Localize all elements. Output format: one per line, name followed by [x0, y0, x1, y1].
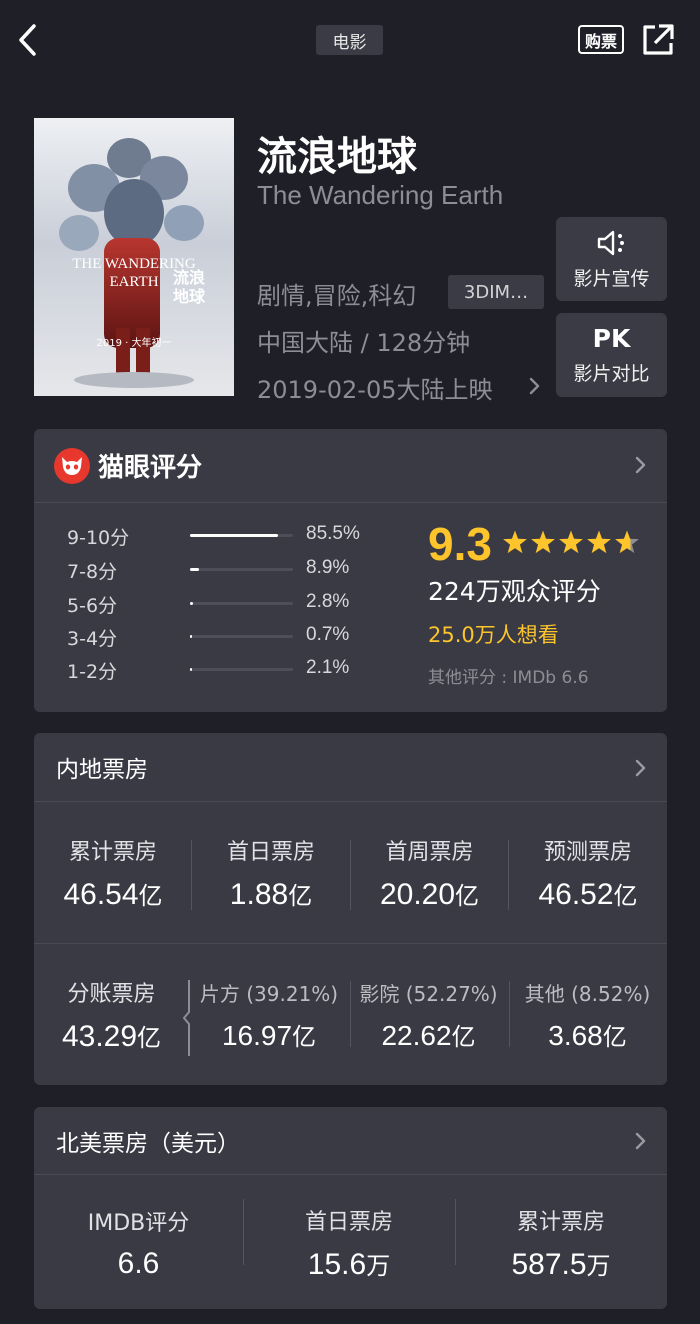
distribution-bar-fill: [190, 668, 192, 671]
north-america-stats-row: IMDB评分 6.6 首日票房 15.6万 累计票房 587.5万: [34, 1176, 667, 1309]
rating-card-title: 猫眼评分: [98, 453, 203, 483]
distribution-bar-fill: [190, 602, 193, 605]
stat-split-producer: 片方 (39.21%) 16.97亿: [199, 981, 339, 1051]
distribution-bar-track: [190, 534, 293, 537]
distribution-bar-track: [190, 668, 293, 671]
north-america-card-header[interactable]: 北美票房（美元）: [34, 1107, 667, 1175]
svg-text:流浪: 流浪: [173, 268, 205, 287]
divider: [455, 1199, 456, 1265]
category-badge: 电影: [316, 25, 383, 55]
svg-text:2019 · 大年初一: 2019 · 大年初一: [97, 336, 172, 349]
release-date-link[interactable]: 2019-02-05大陆上映: [257, 370, 492, 405]
format-badge: 3DIM…: [448, 275, 544, 309]
stat-first-day: 首日票房 1.88亿: [226, 840, 315, 911]
stat-split-total: 分账票房 43.29亿: [61, 981, 162, 1053]
movie-english-title: The Wandering Earth: [257, 180, 504, 210]
divider: [243, 1199, 244, 1265]
country-duration: 中国大陆 / 128分钟: [257, 329, 471, 357]
stat-total: 累计票房 46.54亿: [63, 840, 163, 911]
divider: [350, 981, 351, 1047]
stat-imdb: IMDB评分 6.6: [87, 1210, 190, 1280]
brace-icon: [182, 980, 190, 1056]
star-icon: [615, 530, 639, 554]
distribution-bar-track: [190, 568, 293, 571]
star-icon: [531, 530, 555, 554]
stat-split-other: 其他 (8.52%) 3.68亿: [524, 981, 651, 1051]
share-button[interactable]: [640, 22, 676, 58]
chevron-right-icon: [635, 456, 646, 474]
rating-distribution-row: 3-4分 0.7%: [67, 624, 367, 650]
chevron-right-icon: [635, 759, 646, 777]
other-score: 其他评分 : IMDb 6.6: [428, 668, 589, 688]
distribution-bar-track: [190, 602, 293, 605]
pk-label: 影片对比: [573, 362, 650, 385]
rating-distribution-row: 9-10分 85.5%: [67, 523, 367, 549]
distribution-label: 7-8分: [67, 561, 118, 583]
north-america-card-title: 北美票房（美元）: [56, 1130, 240, 1157]
domestic-box-office-card: 内地票房 累计票房 46.54亿 首日票房 1.88亿 首周票房 20.20亿 …: [34, 733, 667, 1085]
distribution-bar-track: [190, 635, 293, 638]
rating-score: 9.3: [428, 518, 492, 570]
star-rating: [503, 530, 639, 554]
stat-na-total: 累计票房 587.5万: [511, 1209, 611, 1281]
stat-split-cinema: 影院 (52.27%) 22.62亿: [359, 981, 498, 1051]
distribution-percent: 8.9%: [306, 557, 350, 578]
pk-compare-button[interactable]: PK 影片对比: [556, 313, 667, 397]
speaker-icon: [597, 230, 624, 255]
rating-distribution-row: 7-8分 8.9%: [67, 557, 367, 583]
movie-title: 流浪地球: [257, 134, 417, 180]
divider: [350, 840, 351, 910]
divider: [508, 840, 509, 910]
back-button[interactable]: [12, 20, 46, 60]
chevron-right-icon: [635, 1132, 646, 1150]
share-icon: [643, 24, 674, 55]
distribution-percent: 0.7%: [306, 624, 350, 645]
distribution-label: 5-6分: [67, 595, 118, 617]
chevron-right-icon: [529, 377, 540, 395]
svg-text:地球: 地球: [173, 287, 206, 306]
rating-distribution-row: 5-6分 2.8%: [67, 591, 367, 617]
distribution-percent: 2.1%: [306, 657, 350, 678]
domestic-card-title: 内地票房: [56, 757, 148, 783]
distribution-bar-fill: [190, 635, 192, 638]
stat-first-week: 首周票房 20.20亿: [379, 840, 480, 911]
raters-count: 224万观众评分: [428, 577, 601, 606]
svg-text:EARTH: EARTH: [109, 274, 158, 290]
star-icon: [587, 530, 611, 554]
stat-na-first-day: 首日票房 15.6万: [304, 1209, 393, 1281]
buy-ticket-button[interactable]: 购票: [578, 25, 624, 54]
wants-count: 25.0万人想看: [428, 623, 559, 647]
movie-genres: 剧情,冒险,科幻: [257, 282, 417, 310]
distribution-label: 9-10分: [67, 527, 130, 549]
divider: [191, 840, 192, 910]
star-icon: [503, 530, 527, 554]
distribution-percent: 2.8%: [306, 591, 350, 612]
top-bar: 电影 购票: [0, 0, 700, 82]
rating-card-header[interactable]: 猫眼评分: [34, 429, 667, 503]
distribution-percent: 85.5%: [306, 523, 360, 544]
divider: [509, 981, 510, 1047]
maoyan-cat-icon: [54, 447, 90, 484]
distribution-label: 3-4分: [67, 628, 118, 650]
promo-button[interactable]: 影片宣传: [556, 217, 667, 301]
star-icon: [559, 530, 583, 554]
stat-forecast: 预测票房 46.52亿: [538, 840, 638, 911]
rating-card: 猫眼评分 9-10分 85.5% 7-8分 8.9% 5-6分 2.8% 3-4分 0.7% 1…: [34, 429, 667, 712]
distribution-label: 1-2分: [67, 661, 118, 683]
distribution-bar-fill: [190, 534, 278, 537]
rating-distribution-row: 1-2分 2.1%: [67, 657, 367, 683]
north-america-box-office-card: 北美票房（美元） IMDB评分 6.6 首日票房 15.6万 累计票房 587.…: [34, 1107, 667, 1309]
promo-label: 影片宣传: [573, 267, 650, 290]
back-arrow-icon: [19, 24, 36, 56]
pk-icon: PK: [592, 323, 631, 353]
distribution-bar-fill: [190, 568, 199, 571]
poster-image: THE WANDERING EARTH 流浪 地球 2019 · 大年初一: [34, 118, 234, 396]
domestic-card-header[interactable]: 内地票房: [34, 733, 667, 802]
movie-poster[interactable]: THE WANDERING EARTH 流浪 地球 2019 · 大年初一: [34, 118, 234, 396]
